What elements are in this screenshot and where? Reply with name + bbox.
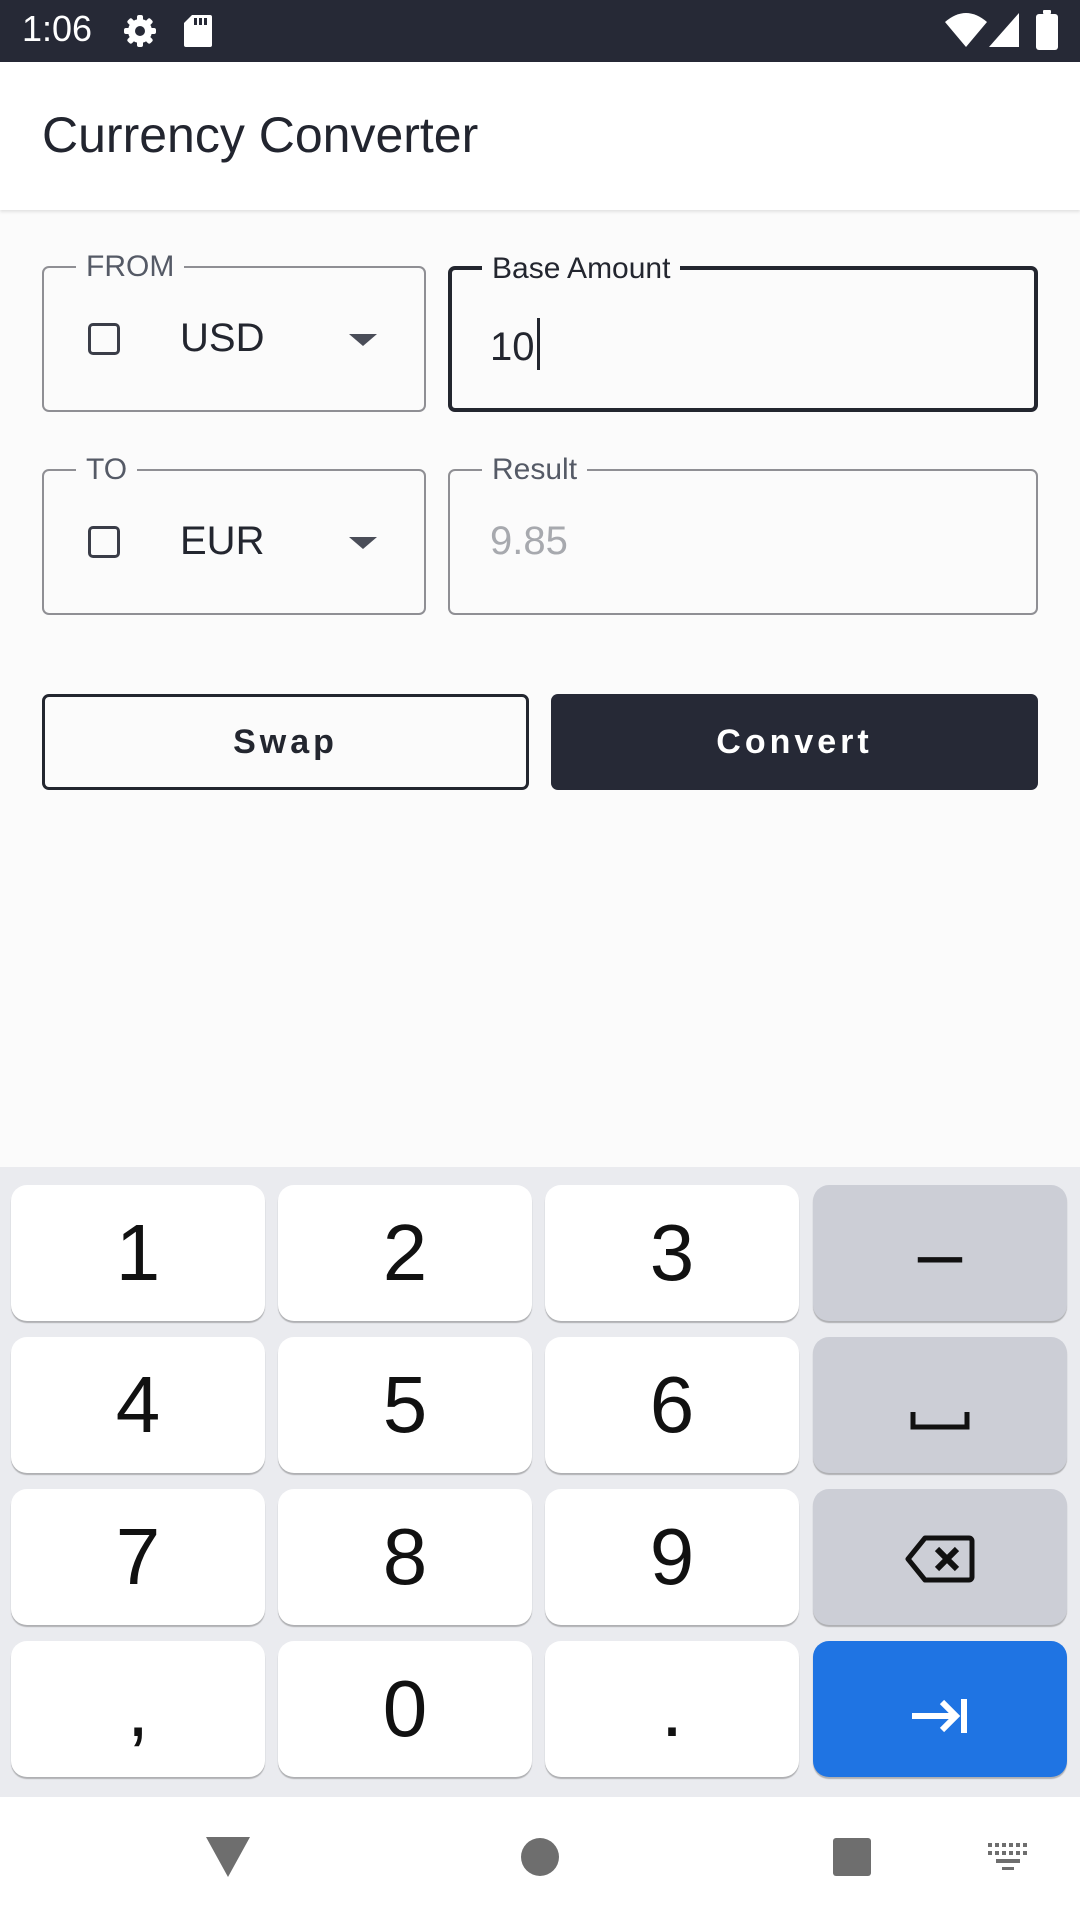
key-period[interactable]: . xyxy=(545,1641,799,1777)
result-value: 9.85 xyxy=(490,519,568,563)
settings-icon xyxy=(122,13,158,54)
home-icon[interactable] xyxy=(520,1837,560,1882)
base-amount-value: 10 xyxy=(490,318,540,370)
page-title: Currency Converter xyxy=(42,107,479,163)
base-amount-label: Base Amount xyxy=(482,252,681,286)
from-currency-value: USD xyxy=(180,316,265,360)
result-label: Result xyxy=(482,453,588,487)
key-space[interactable] xyxy=(813,1337,1067,1473)
to-currency-value: EUR xyxy=(180,519,265,563)
navigation-bar xyxy=(0,1797,1080,1920)
base-amount-input[interactable]: Base Amount 10 xyxy=(448,252,1038,412)
key-4[interactable]: 4 xyxy=(11,1337,265,1473)
to-currency-dropdown[interactable]: TO EUR xyxy=(42,453,426,615)
key-backspace[interactable] xyxy=(813,1489,1067,1625)
key-7[interactable]: 7 xyxy=(11,1489,265,1625)
sd-card-icon xyxy=(183,14,213,53)
key-5[interactable]: 5 xyxy=(278,1337,532,1473)
app-bar: Currency Converter xyxy=(0,62,1080,210)
key-3[interactable]: 3 xyxy=(545,1185,799,1321)
backspace-icon xyxy=(905,1511,975,1603)
key-1[interactable]: 1 xyxy=(11,1185,265,1321)
chevron-down-icon xyxy=(349,334,377,346)
back-icon[interactable] xyxy=(204,1835,252,1884)
key-6[interactable]: 6 xyxy=(545,1337,799,1473)
key-comma[interactable]: , xyxy=(11,1641,265,1777)
status-bar: 1:06 xyxy=(0,0,1080,62)
key-9[interactable]: 9 xyxy=(545,1489,799,1625)
next-field-icon xyxy=(910,1663,970,1755)
chevron-down-icon xyxy=(349,537,377,549)
recents-icon[interactable] xyxy=(832,1837,872,1882)
text-cursor xyxy=(536,318,540,370)
from-label: FROM xyxy=(76,250,185,284)
wifi-icon xyxy=(944,12,988,53)
signal-icon xyxy=(988,12,1020,53)
to-label: TO xyxy=(76,453,138,487)
key-8[interactable]: 8 xyxy=(278,1489,532,1625)
keyboard-switch-icon[interactable] xyxy=(988,1843,1028,1876)
key-2[interactable]: 2 xyxy=(278,1185,532,1321)
convert-button[interactable]: Convert xyxy=(551,694,1038,790)
from-flag-icon xyxy=(88,323,120,355)
key-next[interactable] xyxy=(813,1641,1067,1777)
result-field: Result 9.85 xyxy=(448,453,1038,615)
swap-button[interactable]: Swap xyxy=(42,694,529,790)
key-0[interactable]: 0 xyxy=(278,1641,532,1777)
to-flag-icon xyxy=(88,526,120,558)
battery-icon xyxy=(1036,10,1058,55)
status-time: 1:06 xyxy=(22,8,93,49)
key-minus[interactable]: – xyxy=(813,1185,1067,1321)
space-icon xyxy=(910,1359,970,1451)
from-currency-dropdown[interactable]: FROM USD xyxy=(42,250,426,412)
numeric-keyboard: 1 2 3 – 4 5 6 7 8 9 , 0 . xyxy=(0,1167,1080,1797)
